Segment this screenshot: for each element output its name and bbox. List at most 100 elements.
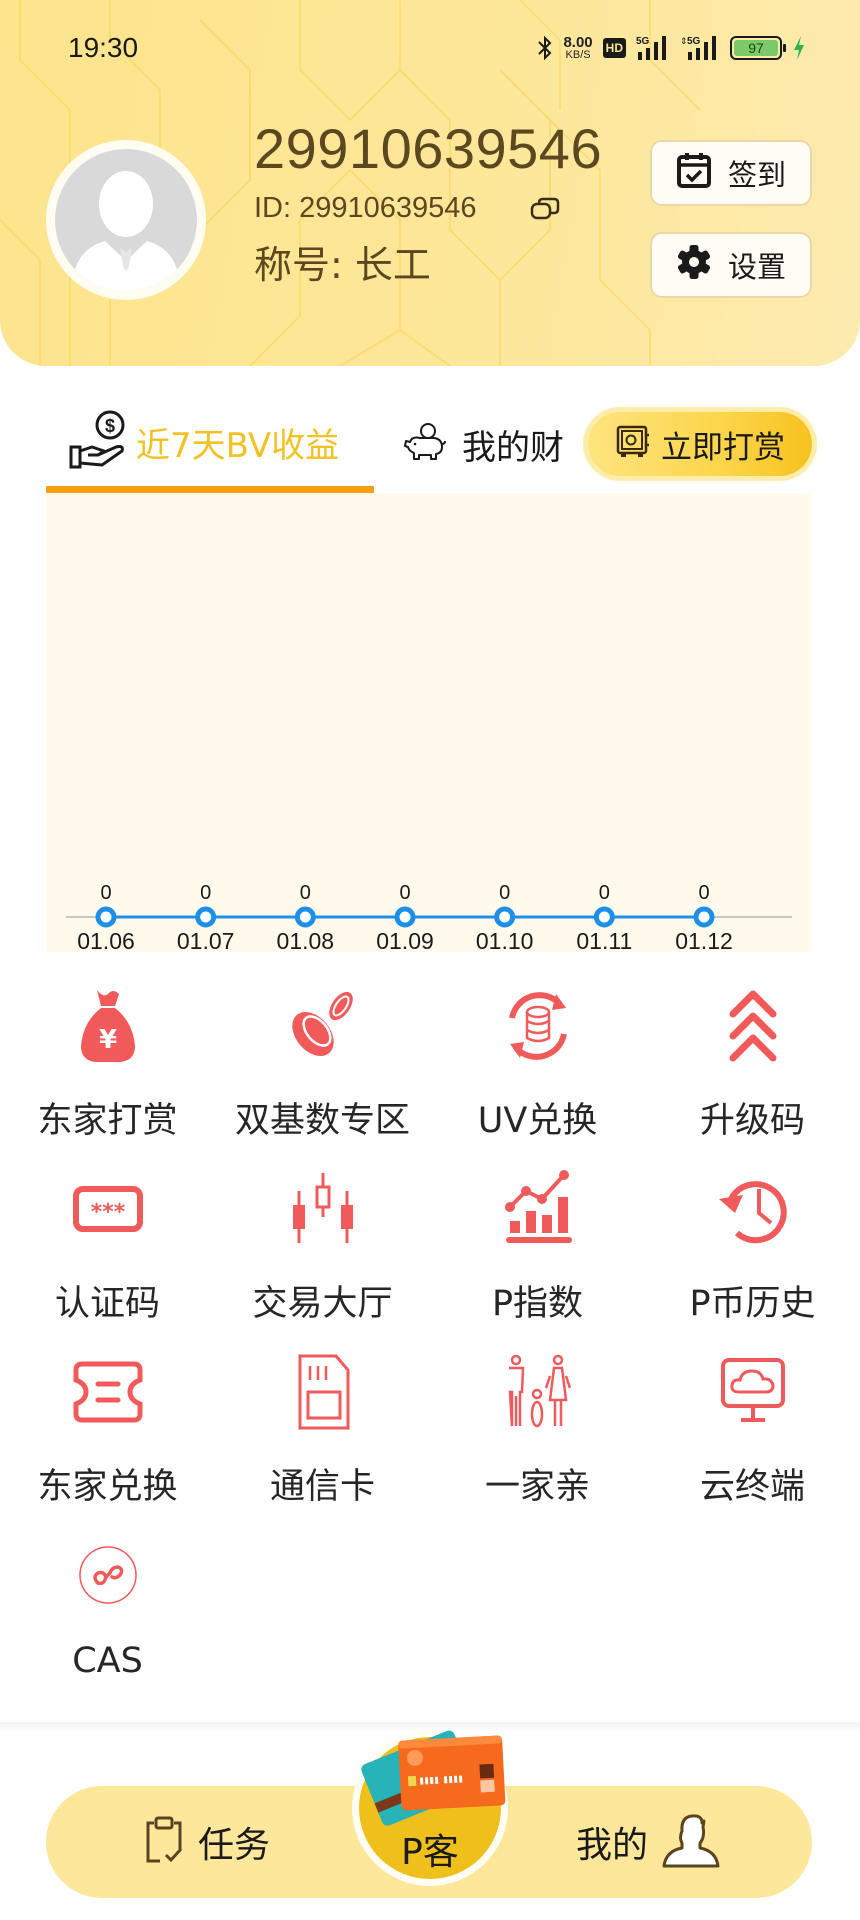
data-point[interactable] bbox=[95, 906, 117, 928]
settings-label: 设置 bbox=[727, 250, 786, 284]
status-time: 19:30 bbox=[68, 32, 139, 63]
mini-program-icon bbox=[68, 1535, 148, 1615]
credit-card-icon bbox=[361, 1730, 506, 1826]
network-speed: 8.00 KB/S bbox=[563, 34, 593, 61]
tab-bv-earnings-label: 近7天BV收益 bbox=[136, 425, 340, 466]
tab-my-wealth-label: 我的财 bbox=[462, 427, 564, 468]
grid-item-label: 东家兑换 bbox=[37, 1467, 178, 1507]
safe-icon bbox=[615, 424, 651, 464]
nav-tasks-label: 任务 bbox=[198, 1825, 271, 1866]
status-bar: 19:30 8.00 KB/S HD 5G ⇕ 5G 97 bbox=[0, 0, 860, 100]
copy-icon[interactable] bbox=[528, 196, 562, 222]
calendar-check-icon bbox=[676, 151, 712, 196]
password-field-icon: *** bbox=[68, 1169, 148, 1249]
grid-item-label: CAS bbox=[72, 1641, 143, 1681]
tab-my-wealth[interactable]: 我的财 bbox=[404, 418, 564, 470]
grid-item[interactable]: CAS bbox=[0, 1529, 215, 1699]
signal-icon-secondary: ⇕ 5G bbox=[680, 34, 720, 62]
data-value-label: 0 bbox=[100, 882, 111, 904]
grid-item[interactable]: ¥ 东家打赏 bbox=[0, 980, 215, 1150]
x-tick-label: 01.09 bbox=[376, 928, 434, 952]
grid-item[interactable]: 一家亲 bbox=[430, 1346, 645, 1516]
settings-button[interactable]: 设置 bbox=[650, 232, 812, 298]
reward-now-button[interactable]: 立即打赏 bbox=[588, 412, 812, 476]
grid-item[interactable]: 交易大厅 bbox=[215, 1163, 430, 1333]
status-icons: 8.00 KB/S HD 5G ⇕ 5G 97 bbox=[537, 30, 806, 66]
active-tab-indicator bbox=[46, 486, 374, 493]
data-point[interactable] bbox=[693, 906, 715, 928]
sim-card-icon bbox=[283, 1352, 363, 1432]
data-point[interactable] bbox=[294, 906, 316, 928]
tab-bv-earnings[interactable]: $ 近7天BV收益 bbox=[68, 410, 339, 474]
svg-text:$: $ bbox=[105, 416, 115, 436]
avatar[interactable] bbox=[46, 140, 206, 300]
default-avatar-icon bbox=[55, 149, 197, 291]
svg-text:5G: 5G bbox=[636, 36, 650, 47]
clipboard-check-icon bbox=[144, 1815, 184, 1869]
data-value-label: 0 bbox=[698, 882, 709, 904]
grid-item[interactable]: 云终端 bbox=[645, 1346, 860, 1516]
battery-indicator: 97 bbox=[730, 36, 786, 60]
grid-item-label: 交易大厅 bbox=[252, 1284, 393, 1324]
data-point[interactable] bbox=[394, 906, 416, 928]
grid-item[interactable]: 双基数专区 bbox=[215, 980, 430, 1150]
bluetooth-icon bbox=[537, 35, 553, 61]
grid-item-label: P指数 bbox=[491, 1284, 584, 1324]
x-tick-label: 01.11 bbox=[576, 928, 632, 952]
hand-dollar-icon: $ bbox=[68, 409, 132, 475]
family-icon bbox=[498, 1352, 578, 1432]
user-profile-icon bbox=[662, 1811, 720, 1873]
grid-item-label: 云终端 bbox=[699, 1467, 805, 1507]
nav-tasks[interactable]: 任务 bbox=[144, 1786, 270, 1898]
data-value-label: 0 bbox=[200, 882, 211, 904]
coins-icon bbox=[283, 986, 363, 1066]
x-tick-label: 01.12 bbox=[675, 928, 733, 952]
user-id-row: ID: 29910639546 bbox=[254, 192, 562, 225]
history-clock-icon bbox=[713, 1169, 793, 1249]
x-tick-label: 01.06 bbox=[77, 928, 135, 952]
grid-item[interactable]: UV兑换 bbox=[430, 980, 645, 1150]
hd-voice-badge: HD bbox=[602, 38, 626, 58]
grid-item-label: 双基数专区 bbox=[234, 1101, 410, 1141]
grid-item[interactable]: P指数 bbox=[430, 1163, 645, 1333]
svg-text:¥: ¥ bbox=[98, 1025, 116, 1055]
checkin-button[interactable]: 签到 bbox=[650, 140, 812, 206]
svg-text:5G: 5G bbox=[687, 36, 701, 47]
battery-level: 97 bbox=[734, 40, 778, 56]
grid-item-label: 一家亲 bbox=[484, 1467, 590, 1507]
x-tick-label: 01.08 bbox=[277, 928, 335, 952]
grid-item[interactable]: P币历史 bbox=[645, 1163, 860, 1333]
coin-exchange-icon bbox=[498, 986, 578, 1066]
chart-svg: 0 01.06 0 01.07 0 01.08 0 01.09 0 01.10 0 01.11 0 01.… bbox=[66, 882, 792, 952]
grid-item[interactable]: 东家兑换 bbox=[0, 1346, 215, 1516]
candlestick-icon bbox=[283, 1169, 363, 1249]
data-value-label: 0 bbox=[300, 882, 311, 904]
grid-item[interactable]: 通信卡 bbox=[215, 1346, 430, 1516]
nav-mine[interactable]: 我的 bbox=[576, 1786, 720, 1898]
money-bag-icon: ¥ bbox=[68, 986, 148, 1066]
x-tick-label: 01.10 bbox=[476, 928, 534, 952]
chevrons-up-icon bbox=[713, 986, 793, 1066]
data-point[interactable] bbox=[494, 906, 516, 928]
user-id-value: 29910639546 bbox=[299, 192, 477, 224]
piggy-bank-icon bbox=[404, 422, 446, 466]
grid-item-label: P币历史 bbox=[689, 1284, 816, 1324]
reward-now-label: 立即打赏 bbox=[661, 429, 785, 466]
x-tick-label: 01.07 bbox=[177, 928, 235, 952]
chart-trend-icon bbox=[498, 1169, 578, 1249]
bv-earnings-chart: 0 01.06 0 01.07 0 01.08 0 01.09 0 01.10 0 01.11 0 01.… bbox=[46, 493, 812, 952]
grid-item[interactable]: 升级码 bbox=[645, 980, 860, 1150]
checkin-label: 签到 bbox=[727, 158, 786, 192]
grid-item-label: 通信卡 bbox=[269, 1467, 375, 1507]
tab-bar: $ 近7天BV收益 我的财 立即打赏 bbox=[0, 400, 860, 493]
grid-item-label: 认证码 bbox=[54, 1284, 160, 1324]
grid-item[interactable]: *** 认证码 bbox=[0, 1163, 215, 1333]
grid-item-label: UV兑换 bbox=[477, 1101, 598, 1141]
data-value-label: 0 bbox=[599, 882, 610, 904]
data-value-label: 0 bbox=[399, 882, 410, 904]
charging-icon bbox=[792, 35, 806, 61]
data-point[interactable] bbox=[195, 906, 217, 928]
signal-icon: 5G bbox=[636, 34, 670, 62]
data-point[interactable] bbox=[593, 906, 615, 928]
gear-icon bbox=[676, 244, 712, 287]
